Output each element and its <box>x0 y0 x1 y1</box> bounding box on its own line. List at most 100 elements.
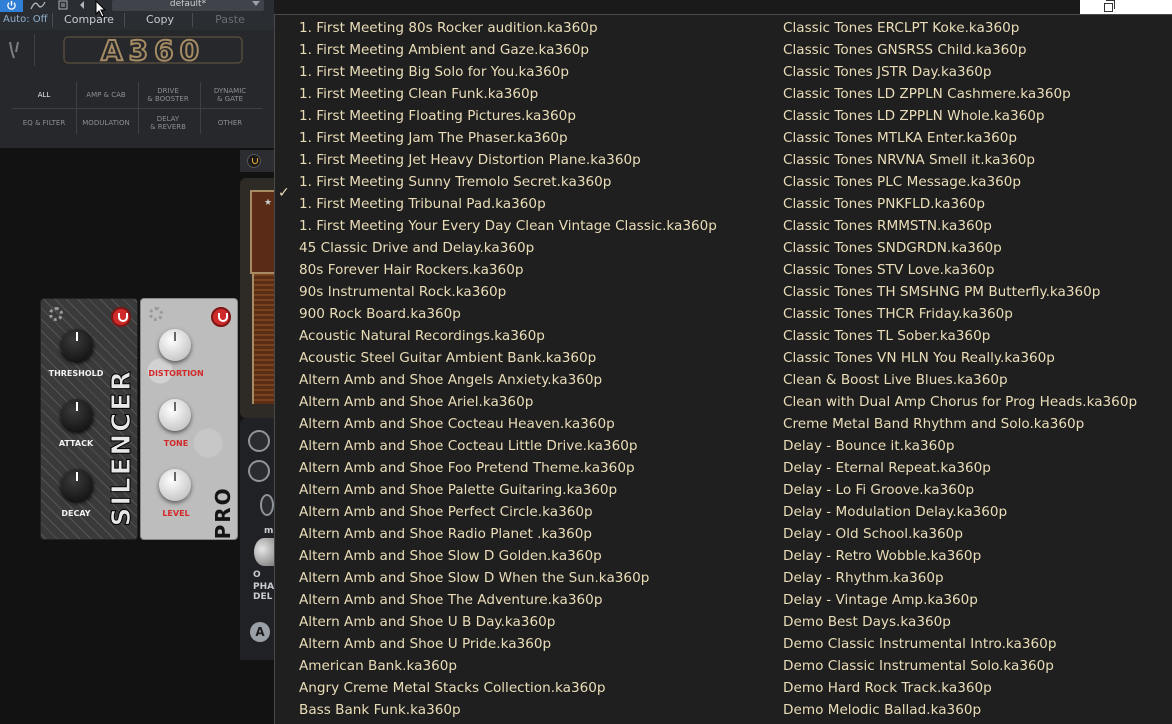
preset-menu-item[interactable]: 1. First Meeting Clean Funk.ka360p <box>299 83 717 105</box>
decay-knob[interactable] <box>61 469 93 501</box>
preset-menu-item[interactable]: 1. First Meeting Tribunal Pad.ka360p <box>299 193 717 215</box>
preset-menu-item[interactable]: Classic Tones MTLKA Enter.ka360p <box>783 127 1137 149</box>
preset-menu-item[interactable]: Altern Amb and Shoe U B Day.ka360p <box>299 611 717 633</box>
tuner-fork-icon[interactable] <box>6 40 24 62</box>
preset-menu-item[interactable]: Altern Amb and Shoe Cocteau Heaven.ka360… <box>299 413 717 435</box>
preset-menu-item[interactable]: Classic Tones VN HLN You Really.ka360p <box>783 347 1137 369</box>
preset-menu-item[interactable]: Classic Tones NRVNA Smell it.ka360p <box>783 149 1137 171</box>
speaker-icon[interactable] <box>248 430 270 452</box>
rack-power-button[interactable] <box>247 154 261 168</box>
preset-menu-item[interactable]: Classic Tones LD ZPPLN Whole.ka360p <box>783 105 1137 127</box>
preset-menu-item[interactable]: 1. First Meeting Sunny Tremolo Secret.ka… <box>299 171 717 193</box>
preset-menu-item[interactable]: Classic Tones TH SMSHNG PM Butterfly.ka3… <box>783 281 1137 303</box>
preset-menu-item[interactable]: Classic Tones LD ZPPLN Cashmere.ka360p <box>783 83 1137 105</box>
a-button[interactable]: A <box>250 622 270 642</box>
preset-menu-item[interactable]: Creme Metal Band Rhythm and Solo.ka360p <box>783 413 1137 435</box>
preset-menu-item[interactable]: 90s Instrumental Rock.ka360p <box>299 281 717 303</box>
preset-menu-item[interactable]: Delay - Lo Fi Groove.ka360p <box>783 479 1137 501</box>
automation-icon[interactable] <box>30 0 46 12</box>
preset-menu-item[interactable]: Delay - Vintage Amp.ka360p <box>783 589 1137 611</box>
preset-menu-item[interactable]: Altern Amb and Shoe Foo Pretend Theme.ka… <box>299 457 717 479</box>
preset-menu-item[interactable]: Classic Tones JSTR Day.ka360p <box>783 61 1137 83</box>
category-modulation[interactable]: MODULATION <box>76 110 136 136</box>
preset-menu-item[interactable]: Demo Classic Instrumental Intro.ka360p <box>783 633 1137 655</box>
preset-menu-item[interactable]: Altern Amb and Shoe Palette Guitaring.ka… <box>299 479 717 501</box>
preset-menu-item[interactable]: American Bank.ka360p <box>299 655 717 677</box>
preset-selector[interactable]: default* <box>112 0 264 11</box>
tuner-icon[interactable] <box>248 460 270 482</box>
preset-menu-item[interactable]: Acoustic Steel Guitar Ambient Bank.ka360… <box>299 347 717 369</box>
preset-menu-item[interactable]: 1. First Meeting Floating Pictures.ka360… <box>299 105 717 127</box>
level-knob[interactable] <box>159 469 191 501</box>
category-all[interactable]: ALL <box>14 82 74 108</box>
silencer-pedal[interactable]: THRESHOLD ATTACK DECAY SILENCER <box>40 298 138 540</box>
category-eq-filter[interactable]: EQ & FILTER <box>14 110 74 136</box>
preset-menu-item[interactable]: Delay - Old School.ka360p <box>783 523 1137 545</box>
preset-menu-item[interactable]: Classic Tones PNKFLD.ka360p <box>783 193 1137 215</box>
preset-menu-item[interactable]: 900 Rock Board.ka360p <box>299 303 717 325</box>
gear-icon[interactable] <box>149 307 163 321</box>
preset-menu-item[interactable]: Bass Bank Funk.ka360p <box>299 699 717 721</box>
preset-menu-item[interactable]: 1. First Meeting Your Every Day Clean Vi… <box>299 215 717 237</box>
preset-menu-item[interactable]: Altern Amb and Shoe Slow D Golden.ka360p <box>299 545 717 567</box>
pedal-power-button[interactable] <box>211 307 231 327</box>
attack-knob[interactable] <box>61 399 93 431</box>
preset-menu-item[interactable]: 45 Classic Drive and Delay.ka360p <box>299 237 717 259</box>
preset-menu-item[interactable]: Demo Classic Instrumental Solo.ka360p <box>783 655 1137 677</box>
preset-menu-item[interactable]: Clean with Dual Amp Chorus for Prog Head… <box>783 391 1137 413</box>
preset-menu-item[interactable]: Classic Tones TL Sober.ka360p <box>783 325 1137 347</box>
preset-menu-item[interactable]: Demo Best Days.ka360p <box>783 611 1137 633</box>
preset-menu-item[interactable]: Classic Tones RMMSTN.ka360p <box>783 215 1137 237</box>
restore-window-icon[interactable] <box>1104 0 1115 12</box>
gear-icon[interactable] <box>49 307 63 321</box>
amp-module[interactable]: ★ <box>240 178 274 418</box>
compare-button[interactable]: Compare <box>58 12 120 28</box>
preset-menu-item[interactable]: Altern Amb and Shoe Ariel.ka360p <box>299 391 717 413</box>
star-icon[interactable]: ★ <box>264 198 272 208</box>
preset-menu-item[interactable]: Classic Tones STV Love.ka360p <box>783 259 1137 281</box>
preset-menu-item[interactable]: 1. First Meeting Big Solo for You.ka360p <box>299 61 717 83</box>
preset-menu-item[interactable]: Clean & Boost Live Blues.ka360p <box>783 369 1137 391</box>
tone-knob[interactable] <box>159 399 191 431</box>
copy-button[interactable]: Copy <box>132 12 188 28</box>
threshold-knob[interactable] <box>61 329 93 361</box>
mix-knob[interactable] <box>254 538 274 566</box>
preset-menu-item[interactable]: Classic Tones ERCLPT Koke.ka360p <box>783 17 1137 39</box>
preset-menu-item[interactable]: Altern Amb and Shoe Perfect Circle.ka360… <box>299 501 717 523</box>
distortion-knob[interactable] <box>159 329 191 361</box>
automation-status[interactable]: Auto: Off <box>3 14 48 25</box>
category-dynamic-gate[interactable]: DYNAMIC & GATE <box>200 82 260 108</box>
preset-menu-item[interactable]: 1. First Meeting Ambient and Gaze.ka360p <box>299 39 717 61</box>
preset-menu-item[interactable]: 1. First Meeting 80s Rocker audition.ka3… <box>299 17 717 39</box>
preset-menu-item[interactable]: 80s Forever Hair Rockers.ka360p <box>299 259 717 281</box>
preset-menu-icon[interactable] <box>58 0 68 12</box>
preset-menu-item[interactable]: Altern Amb and Shoe Slow D When the Sun.… <box>299 567 717 589</box>
preset-menu-item[interactable]: Altern Amb and Shoe U Pride.ka360p <box>299 633 717 655</box>
preset-menu-item[interactable]: Altern Amb and Shoe Radio Planet .ka360p <box>299 523 717 545</box>
preset-menu-item[interactable]: Demo Melodic Ballad.ka360p <box>783 699 1137 721</box>
preset-menu-item[interactable]: 1. First Meeting Jet Heavy Distortion Pl… <box>299 149 717 171</box>
preset-menu-item[interactable]: Delay - Retro Wobble.ka360p <box>783 545 1137 567</box>
bypass-power-button[interactable] <box>0 0 23 12</box>
preset-menu-item[interactable]: Angry Creme Metal Stacks Collection.ka36… <box>299 677 717 699</box>
preset-menu-item[interactable]: Delay - Modulation Delay.ka360p <box>783 501 1137 523</box>
preset-menu-item[interactable]: Classic Tones THCR Friday.ka360p <box>783 303 1137 325</box>
preset-menu-item[interactable]: Acoustic Natural Recordings.ka360p <box>299 325 717 347</box>
bypass-icon[interactable] <box>260 494 274 516</box>
preset-menu-item[interactable]: 1. First Meeting Jam The Phaser.ka360p <box>299 127 717 149</box>
preset-menu-item[interactable]: Altern Amb and Shoe The Adventure.ka360p <box>299 589 717 611</box>
preset-menu-item[interactable]: Classic Tones PLC Message.ka360p <box>783 171 1137 193</box>
category-drive-booster[interactable]: DRIVE & BOOSTER <box>138 82 198 108</box>
preset-menu-item[interactable]: Altern Amb and Shoe Angels Anxiety.ka360… <box>299 369 717 391</box>
pedal-power-button[interactable] <box>111 307 131 327</box>
preset-menu-item[interactable]: Delay - Bounce it.ka360p <box>783 435 1137 457</box>
category-delay-reverb[interactable]: DELAY & REVERB <box>138 110 198 136</box>
preset-menu-item[interactable]: Classic Tones GNSRSS Child.ka360p <box>783 39 1137 61</box>
paste-button[interactable]: Paste <box>200 12 260 28</box>
prev-preset-icon[interactable] <box>78 0 86 12</box>
preset-menu-item[interactable]: Classic Tones SNDGRDN.ka360p <box>783 237 1137 259</box>
category-other[interactable]: OTHER <box>200 110 260 136</box>
category-amp-cab[interactable]: AMP & CAB <box>76 82 136 108</box>
preset-menu-item[interactable]: Delay - Rhythm.ka360p <box>783 567 1137 589</box>
pro-distortion-pedal[interactable]: DISTORTION TONE LEVEL PRO DISTORTION <box>140 298 238 540</box>
